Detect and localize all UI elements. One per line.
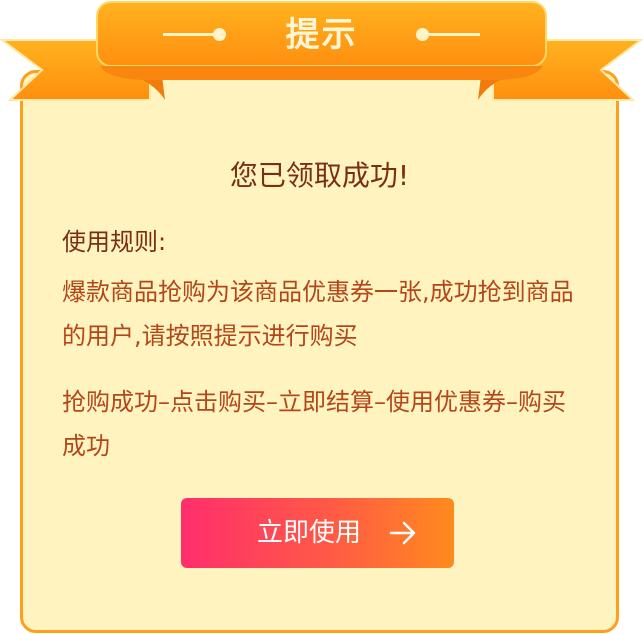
reward-dialog: 提示 您已领取成功! 使用规则: 爆款商品抢购为该商品优惠券一张,成功抢到商品的… bbox=[0, 0, 643, 634]
rules-text: 爆款商品抢购为该商品优惠券一张,成功抢到商品的用户,请按照提示进行购买 bbox=[62, 278, 574, 350]
use-now-button[interactable]: 立即使用 bbox=[181, 498, 454, 568]
success-headline: 您已领取成功! bbox=[229, 159, 410, 192]
purchase-flow-text: 抢购成功–点击购买–立即结算–使用优惠券–购买成功 bbox=[62, 388, 566, 460]
dialog-title: 提示 bbox=[285, 15, 358, 55]
arrow-right-icon bbox=[389, 521, 416, 545]
use-now-label: 立即使用 bbox=[257, 518, 362, 548]
rules-title: 使用规则: bbox=[62, 228, 167, 256]
